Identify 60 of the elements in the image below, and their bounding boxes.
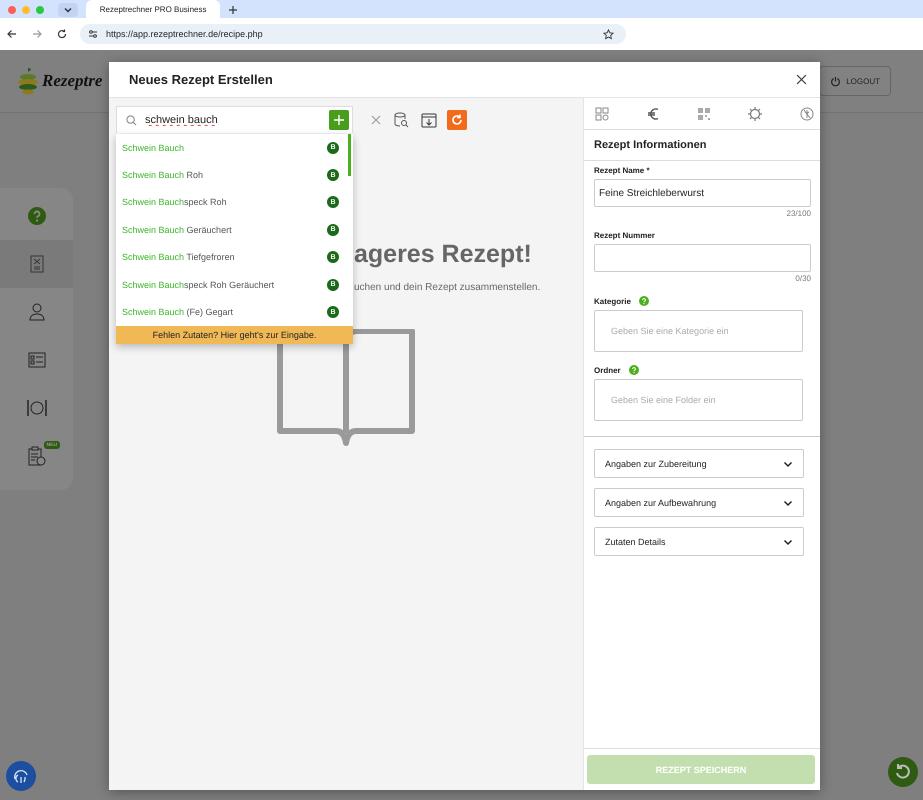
accordion-button[interactable]: Zutaten Details bbox=[594, 527, 804, 556]
qr-code-icon[interactable] bbox=[696, 106, 710, 120]
close-icon[interactable] bbox=[796, 74, 807, 85]
character-counter: 0/30 bbox=[795, 274, 811, 283]
accordion-button[interactable]: Angaben zur Zubereitung bbox=[594, 449, 804, 478]
tab-list-button[interactable] bbox=[58, 2, 78, 16]
new-tab-icon[interactable] bbox=[228, 4, 238, 14]
euro-icon[interactable] bbox=[646, 106, 659, 120]
apple-logo-icon bbox=[17, 66, 39, 96]
plate-cutlery-icon bbox=[26, 399, 48, 417]
refresh-button[interactable] bbox=[447, 110, 467, 130]
address-bar[interactable]: https://app.rezeptrechner.de/recipe.php bbox=[80, 24, 626, 44]
fingerprint-icon[interactable] bbox=[6, 761, 36, 791]
site-settings-icon[interactable] bbox=[88, 29, 98, 39]
reload-icon[interactable] bbox=[57, 29, 67, 39]
text-field[interactable]: Feine Streichleberwurst bbox=[594, 179, 811, 207]
empty-state-heading: ageres Rezept! bbox=[354, 240, 533, 269]
user-icon bbox=[28, 303, 44, 321]
sidebar-item[interactable] bbox=[0, 240, 73, 288]
gear-icon[interactable] bbox=[748, 106, 762, 120]
plus-icon bbox=[334, 115, 344, 125]
nutrition-grid-icon[interactable] bbox=[595, 106, 609, 120]
clipboard-icon bbox=[28, 446, 46, 466]
empty-state-text: uchen und dein Rezept zusammenstellen. bbox=[354, 282, 542, 293]
clear-icon[interactable] bbox=[371, 114, 381, 124]
tag-input-field[interactable]: Geben Sie eine Folder ein bbox=[594, 379, 803, 421]
tag-input-field[interactable]: Geben Sie eine Kategorie ein bbox=[594, 310, 803, 352]
field-label: Rezept Name * bbox=[594, 166, 650, 175]
url-text: https://app.rezeptrechner.de/recipe.php bbox=[106, 29, 263, 39]
forward-icon[interactable] bbox=[32, 29, 42, 39]
help-icon[interactable] bbox=[628, 365, 639, 375]
dialog-title: Neues Rezept Erstellen bbox=[129, 72, 273, 87]
accordion-button[interactable]: Angaben zur Aufbewahrung bbox=[594, 488, 804, 517]
search-icon bbox=[126, 114, 137, 126]
database-search-icon[interactable] bbox=[393, 112, 409, 128]
refresh-icon bbox=[451, 114, 463, 126]
download-box-icon[interactable] bbox=[421, 112, 437, 128]
help-icon[interactable] bbox=[638, 296, 649, 306]
allergen-icon[interactable] bbox=[800, 106, 814, 120]
browser-tab[interactable]: Rezeptrechner PRO Business bbox=[86, 0, 220, 18]
search-input[interactable]: schwein bauch bbox=[145, 114, 321, 126]
missing-ingredients-link[interactable]: Fehlen Zutaten? Hier geht's zur Eingabe. bbox=[116, 326, 353, 344]
logo-text: Rezeptre bbox=[42, 71, 102, 91]
help-icon bbox=[28, 207, 46, 225]
character-counter: 23/100 bbox=[786, 209, 811, 218]
panel-heading: Rezept Informationen bbox=[584, 130, 820, 161]
back-icon[interactable] bbox=[7, 29, 17, 39]
power-icon bbox=[830, 76, 842, 86]
recipe-card-icon bbox=[30, 255, 44, 273]
checklist-icon bbox=[28, 352, 46, 368]
reset-icon[interactable] bbox=[888, 757, 918, 787]
window-controls-icon[interactable] bbox=[8, 6, 44, 14]
bookmark-star-icon[interactable] bbox=[603, 28, 614, 40]
text-field[interactable] bbox=[594, 244, 811, 272]
logout-button[interactable]: LOGOUT bbox=[819, 66, 891, 96]
search-field[interactable]: schwein bauch bbox=[116, 106, 353, 133]
field-label: Rezept Nummer bbox=[594, 231, 655, 240]
field-label: Ordner bbox=[594, 366, 621, 374]
add-button[interactable] bbox=[329, 110, 349, 130]
field-label: Kategorie bbox=[594, 296, 631, 306]
